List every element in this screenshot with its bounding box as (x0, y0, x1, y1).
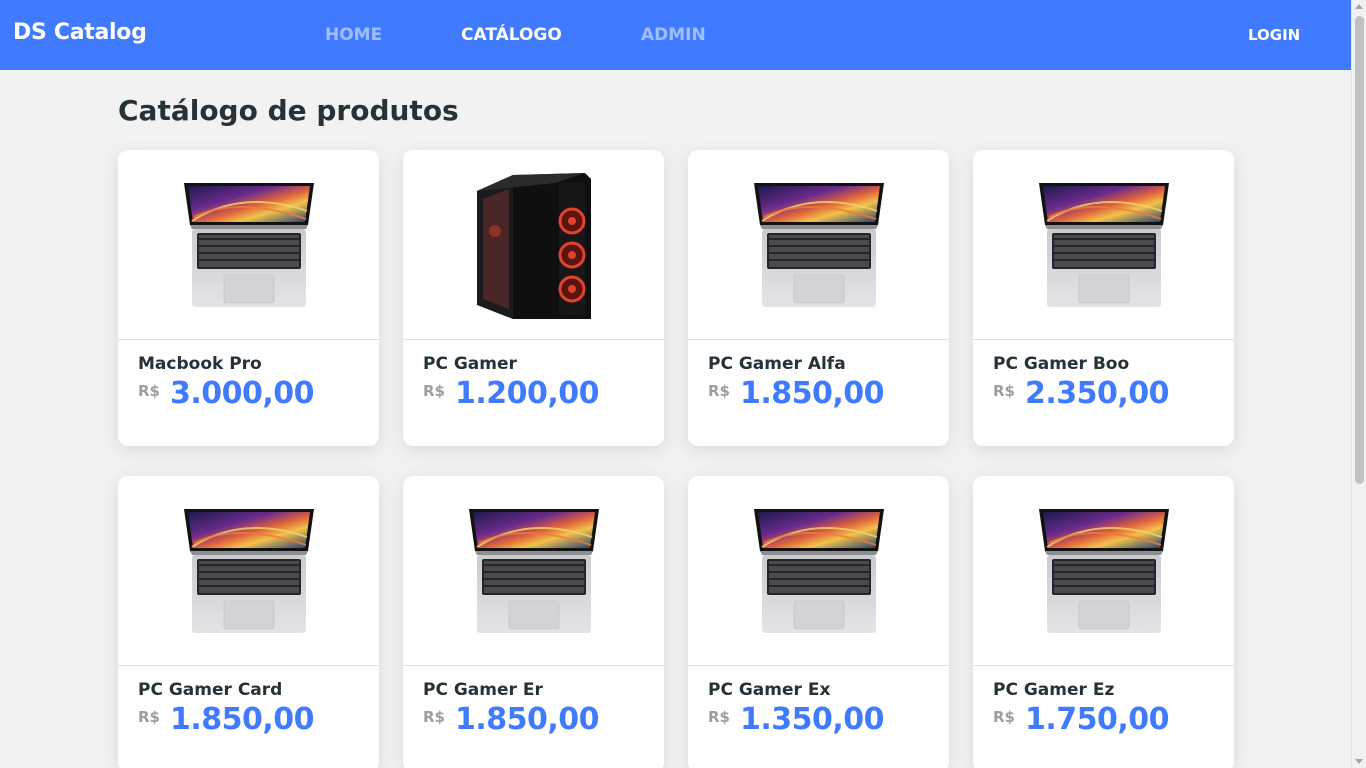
price-currency: R$ (138, 382, 160, 400)
product-card[interactable]: Macbook Pro R$ 3.000,00 (118, 150, 379, 446)
product-image[interactable] (403, 476, 664, 666)
product-image[interactable] (688, 150, 949, 340)
product-card[interactable]: PC Gamer Ex R$ 1.350,00 (688, 476, 949, 768)
price-row: R$ 1.350,00 (708, 702, 929, 737)
product-info: Macbook Pro R$ 3.000,00 (118, 340, 379, 411)
product-price: 1.850,00 (740, 376, 885, 411)
product-info: PC Gamer Er R$ 1.850,00 (403, 666, 664, 737)
product-image[interactable] (403, 150, 664, 340)
laptop-icon (753, 182, 884, 307)
product-price: 1.850,00 (455, 702, 600, 737)
laptop-icon (1038, 182, 1169, 307)
nav-link-admin[interactable]: ADMIN (641, 25, 706, 45)
laptop-icon (183, 182, 314, 307)
product-price: 1.750,00 (1025, 702, 1170, 737)
nav-link-catalogo[interactable]: CATÁLOGO (461, 25, 562, 45)
product-image[interactable] (118, 150, 379, 340)
product-image[interactable] (973, 150, 1234, 340)
price-currency: R$ (423, 382, 445, 400)
price-currency: R$ (708, 708, 730, 726)
product-name: PC Gamer (423, 354, 517, 374)
price-row: R$ 1.850,00 (423, 702, 644, 737)
laptop-icon (468, 508, 599, 633)
product-card[interactable]: PC Gamer Alfa R$ 1.850,00 (688, 150, 949, 446)
scrollbar-thumb[interactable] (1355, 16, 1364, 484)
product-price: 1.350,00 (740, 702, 885, 737)
price-currency: R$ (993, 708, 1015, 726)
product-card[interactable]: PC Gamer Er R$ 1.850,00 (403, 476, 664, 768)
page-title: Catálogo de produtos (118, 94, 459, 127)
product-name: PC Gamer Ez (993, 680, 1115, 700)
product-price: 1.850,00 (170, 702, 315, 737)
price-currency: R$ (138, 708, 160, 726)
product-info: PC Gamer Card R$ 1.850,00 (118, 666, 379, 737)
product-price: 2.350,00 (1025, 376, 1170, 411)
price-row: R$ 1.750,00 (993, 702, 1214, 737)
navbar: DS Catalog HOME CATÁLOGO ADMIN LOGIN (0, 0, 1351, 70)
price-currency: R$ (993, 382, 1015, 400)
price-row: R$ 3.000,00 (138, 376, 359, 411)
product-name: PC Gamer Er (423, 680, 543, 700)
product-name: Macbook Pro (138, 354, 262, 374)
product-info: PC Gamer Alfa R$ 1.850,00 (688, 340, 949, 411)
brand-logo[interactable]: DS Catalog (13, 20, 147, 45)
price-currency: R$ (708, 382, 730, 400)
product-card[interactable]: PC Gamer Ez R$ 1.750,00 (973, 476, 1234, 768)
product-name: PC Gamer Alfa (708, 354, 846, 374)
price-row: R$ 1.200,00 (423, 376, 644, 411)
product-info: PC Gamer Ex R$ 1.350,00 (688, 666, 949, 737)
nav-link-home[interactable]: HOME (325, 25, 382, 45)
login-link[interactable]: LOGIN (1248, 26, 1300, 44)
laptop-icon (753, 508, 884, 633)
product-name: PC Gamer Boo (993, 354, 1130, 374)
price-row: R$ 2.350,00 (993, 376, 1214, 411)
product-image[interactable] (973, 476, 1234, 666)
laptop-icon (1038, 508, 1169, 633)
product-info: PC Gamer R$ 1.200,00 (403, 340, 664, 411)
product-info: PC Gamer Ez R$ 1.750,00 (973, 666, 1234, 737)
product-image[interactable] (688, 476, 949, 666)
product-card[interactable]: PC Gamer Card R$ 1.850,00 (118, 476, 379, 768)
product-info: PC Gamer Boo R$ 2.350,00 (973, 340, 1234, 411)
product-name: PC Gamer Card (138, 680, 283, 700)
laptop-icon (183, 508, 314, 633)
scroll-down-arrow-icon[interactable] (1355, 759, 1363, 764)
product-price: 1.200,00 (455, 376, 600, 411)
product-image[interactable] (118, 476, 379, 666)
scroll-up-arrow-icon[interactable] (1355, 4, 1363, 9)
product-name: PC Gamer Ex (708, 680, 831, 700)
product-card[interactable]: PC Gamer R$ 1.200,00 (403, 150, 664, 446)
product-price: 3.000,00 (170, 376, 315, 411)
product-grid: Macbook Pro R$ 3.000,00 PC Gamer R$ 1.200,00 (118, 150, 1234, 768)
vertical-scrollbar[interactable] (1351, 0, 1366, 768)
price-row: R$ 1.850,00 (138, 702, 359, 737)
price-row: R$ 1.850,00 (708, 376, 929, 411)
product-card[interactable]: PC Gamer Boo R$ 2.350,00 (973, 150, 1234, 446)
price-currency: R$ (423, 708, 445, 726)
desktop-tower-icon (476, 172, 591, 319)
